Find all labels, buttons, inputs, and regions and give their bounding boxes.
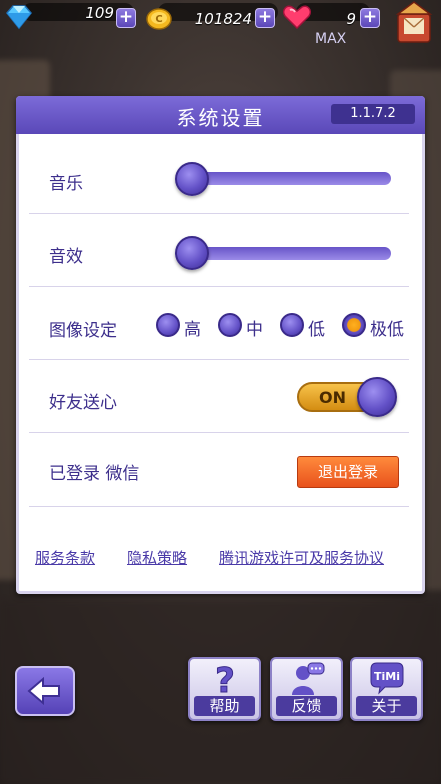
graphics-option-label: 中	[246, 320, 263, 340]
timi-logo-icon: TiMi	[370, 662, 404, 695]
feedback-label: 反馈	[276, 696, 337, 716]
divider	[29, 359, 409, 360]
settings-panel: 系统设置 1.1.7.2 音乐 音效 图像设定 高 中 低 极低 好友送心 ON 已登…	[16, 96, 425, 594]
divider	[29, 432, 409, 433]
coin-icon: C	[146, 8, 172, 30]
radio-button[interactable]	[218, 313, 242, 337]
panel-header: 系统设置 1.1.7.2	[16, 96, 425, 134]
privacy-link[interactable]: 隐私策略	[127, 547, 187, 568]
help-button[interactable]: ? 帮助	[188, 657, 261, 721]
feedback-button[interactable]: 反馈	[270, 657, 343, 721]
graphics-option-label: 低	[308, 320, 325, 340]
sfx-label: 音效	[49, 247, 83, 267]
sfx-slider-thumb[interactable]	[175, 236, 209, 270]
hearts-max-label: MAX	[315, 31, 347, 47]
diamond-icon	[6, 5, 32, 30]
logout-button[interactable]: 退出登录	[297, 456, 399, 488]
about-label: 关于	[356, 696, 417, 716]
add-coins-button[interactable]: +	[255, 8, 275, 28]
graphics-label: 图像设定	[49, 321, 117, 341]
help-label: 帮助	[194, 696, 255, 716]
friend-hearts-toggle[interactable]: ON	[297, 377, 397, 417]
music-slider-track[interactable]	[179, 172, 391, 185]
radio-button[interactable]	[342, 313, 366, 337]
toggle-knob[interactable]	[357, 377, 397, 417]
back-arrow-icon	[27, 676, 60, 706]
friend-hearts-label: 好友送心	[49, 393, 117, 413]
svg-text:C: C	[155, 14, 162, 25]
heart-count: 9	[346, 10, 356, 28]
add-diamonds-button[interactable]: +	[116, 8, 136, 28]
radio-button[interactable]	[280, 313, 304, 337]
mailbox-icon[interactable]	[392, 0, 437, 48]
version-badge: 1.1.7.2	[331, 104, 415, 124]
terms-link[interactable]: 服务条款	[35, 547, 95, 568]
timi-logo-text: TiMi	[374, 670, 400, 683]
toggle-state-text: ON	[319, 388, 346, 407]
svg-text:?: ?	[215, 661, 235, 697]
login-status-label: 已登录 微信	[49, 464, 140, 484]
user-chat-icon	[292, 662, 325, 695]
graphics-option-label: 极低	[370, 320, 404, 340]
license-link[interactable]: 腾讯游戏许可及服务协议	[219, 547, 384, 568]
resource-bar: 109 + C 101824 + 9 + MAX	[0, 0, 441, 47]
question-mark-icon: ?	[215, 661, 236, 697]
radio-button[interactable]	[156, 313, 180, 337]
music-label: 音乐	[49, 174, 83, 194]
divider	[29, 506, 409, 507]
graphics-option-label: 高	[184, 320, 201, 340]
coin-count: 101824	[194, 10, 252, 28]
divider	[29, 286, 409, 287]
about-button[interactable]: TiMi 关于	[350, 657, 423, 721]
add-hearts-button[interactable]: +	[360, 8, 380, 28]
heart-icon	[282, 5, 312, 30]
sfx-slider-track[interactable]	[179, 247, 391, 260]
diamond-count: 109	[85, 4, 114, 22]
back-button[interactable]	[15, 666, 75, 716]
music-slider-thumb[interactable]	[175, 162, 209, 196]
divider	[29, 213, 409, 214]
